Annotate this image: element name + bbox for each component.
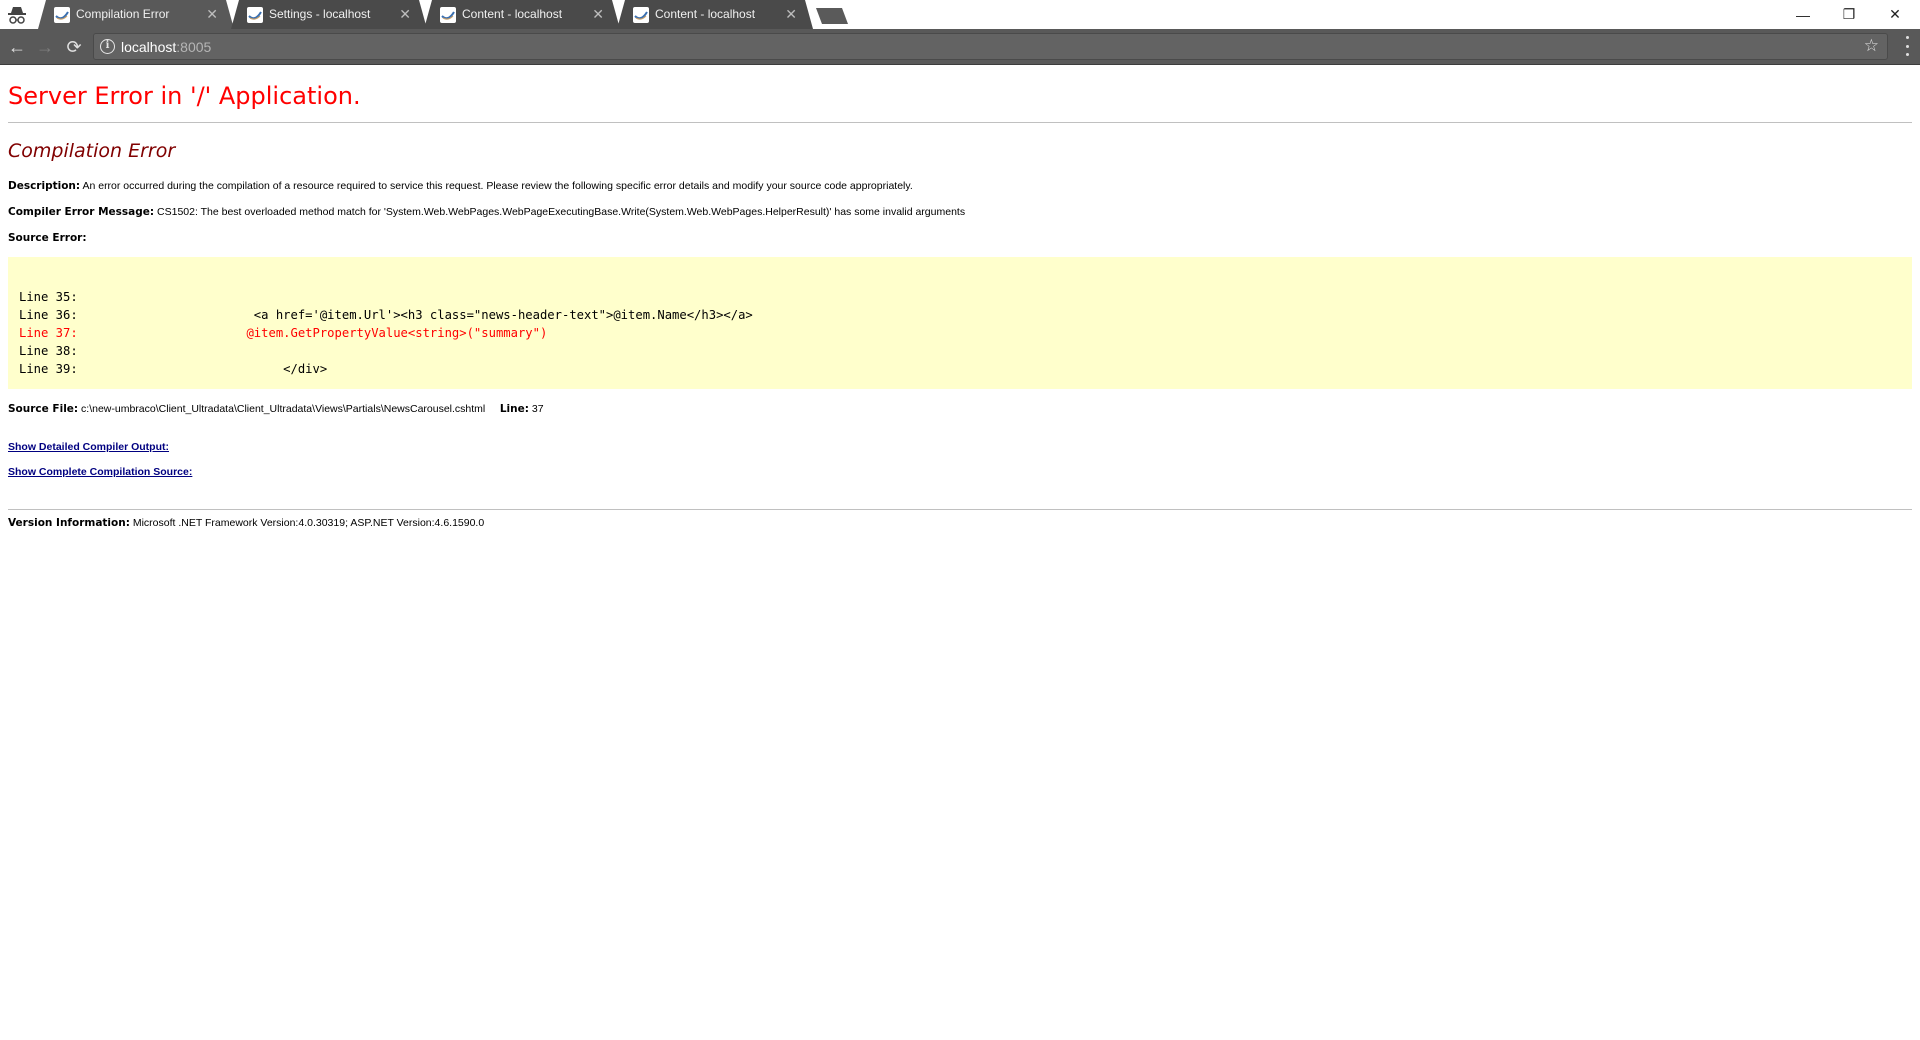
code-line: Line 39: </div> [19,362,328,376]
source-file-line: Source File: c:\new-umbraco\Client_Ultra… [8,403,544,415]
version-info-line: Version Information: Microsoft .NET Fram… [8,517,484,529]
new-tab-button[interactable] [816,8,848,24]
compiler-message-text: CS1502: The best overloaded method match… [154,206,966,218]
line-label: Line: [499,403,529,415]
page-title: Server Error in '/' Application. [8,82,361,110]
umbraco-favicon-icon [440,7,456,23]
url-port: :8005 [176,39,212,55]
version-text: Microsoft .NET Framework Version:4.0.303… [129,517,485,529]
site-info-icon[interactable]: i [100,39,115,54]
source-file-label: Source File: [8,403,79,415]
close-icon: ✕ [1889,6,1901,22]
incognito-icon [8,7,26,24]
error-page: Server Error in '/' Application. Compila… [0,65,1920,1040]
forward-arrow-icon: → [36,36,54,57]
tab-settings[interactable]: Settings - localhost ✕ [231,0,427,29]
code-line: Line 36: <a href='@item.Url'><h3 class="… [19,308,753,322]
code-line-error: Line 37: @item.GetPropertyValue<string>(… [19,326,548,340]
tab-content-2[interactable]: Content - localhost ✕ [617,0,813,29]
tab-close-icon[interactable]: ✕ [399,6,411,22]
back-button[interactable]: ← [4,34,30,60]
umbraco-favicon-icon [247,7,263,23]
description-line: Description: An error occurred during th… [8,180,913,192]
version-label: Version Information: [8,517,130,529]
tab-close-icon[interactable]: ✕ [592,6,604,22]
source-code-block: Line 35: Line 36: <a href='@item.Url'><h… [8,257,1912,389]
browser-menu-icon[interactable] [1904,36,1910,56]
compiler-message-label: Compiler Error Message: [8,206,155,218]
tab-title: Content - localhost [655,7,756,21]
bookmark-star-icon[interactable]: ☆ [1864,36,1879,56]
detailed-output-row: Show Detailed Compiler Output: [8,441,169,453]
restore-button[interactable]: ❐ [1826,0,1872,29]
minimize-button[interactable]: — [1780,0,1826,29]
source-file-path: c:\new-umbraco\Client_Ultradata\Client_U… [78,403,486,415]
tab-compilation-error[interactable]: Compilation Error ✕ [38,0,234,29]
close-window-button[interactable]: ✕ [1872,0,1918,29]
back-arrow-icon: ← [8,36,26,57]
show-detailed-compiler-output-link[interactable]: Show Detailed Compiler Output: [8,441,169,453]
code-line: Line 38: [19,344,78,358]
url-text[interactable]: localhost:8005 [121,39,211,55]
umbraco-favicon-icon [54,7,70,23]
browser-toolbar: ← → ⟳ i localhost:8005 ☆ [0,29,1920,65]
tab-strip: Compilation Error ✕ Settings - localhost… [0,0,1920,29]
description-text: An error occurred during the compilation… [80,180,913,192]
restore-icon: ❐ [1842,6,1856,22]
divider [8,509,1912,510]
source-error-line: Source Error: [8,232,87,244]
error-subtitle: Compilation Error [8,140,176,162]
address-bar[interactable]: i localhost:8005 ☆ [93,33,1888,60]
line-number: 37 [528,403,544,415]
tab-content-1[interactable]: Content - localhost ✕ [424,0,620,29]
url-host: localhost [121,39,177,55]
tab-close-icon[interactable]: ✕ [206,6,218,22]
source-error-label: Source Error: [8,232,87,244]
complete-source-row: Show Complete Compilation Source: [8,466,192,478]
code-line: Line 35: [19,290,78,304]
minimize-icon: — [1796,6,1810,23]
compiler-message-line: Compiler Error Message: CS1502: The best… [8,206,965,218]
description-label: Description: [8,180,81,192]
reload-button[interactable]: ⟳ [61,34,87,60]
forward-button[interactable]: → [32,34,58,60]
tab-close-icon[interactable]: ✕ [785,6,797,22]
tab-title: Compilation Error [76,7,170,21]
tab-title: Settings - localhost [269,7,371,21]
reload-icon: ⟳ [66,36,82,57]
show-complete-compilation-source-link[interactable]: Show Complete Compilation Source: [8,466,192,478]
umbraco-favicon-icon [633,7,649,23]
divider [8,122,1912,123]
tab-title: Content - localhost [462,7,563,21]
